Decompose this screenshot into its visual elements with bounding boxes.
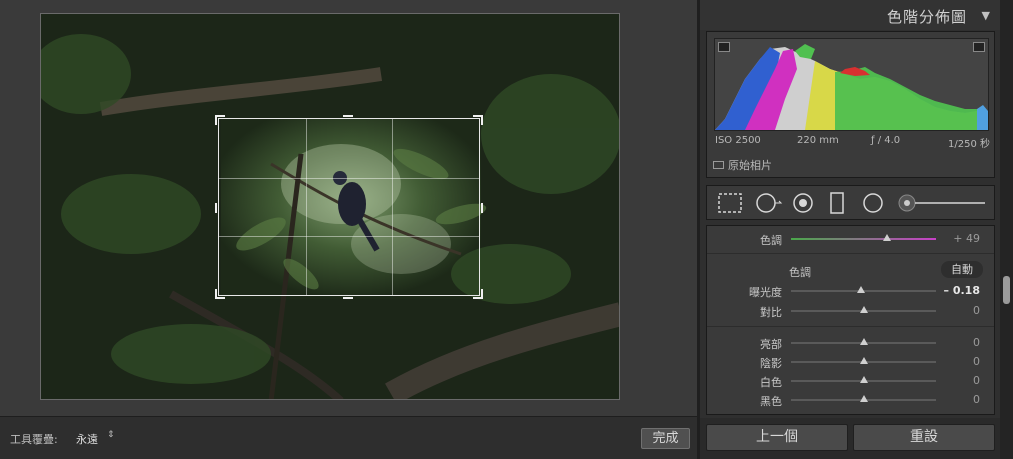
photo-canvas-area <box>0 0 697 416</box>
crop-grid-line <box>305 119 307 295</box>
radial-filter-icon[interactable] <box>861 192 885 214</box>
crop-frame[interactable] <box>215 115 483 299</box>
crop-grid-line <box>392 119 394 295</box>
exif-focal-length: 220 mm <box>797 135 839 146</box>
adjustment-slider[interactable] <box>791 286 936 293</box>
redeye-icon[interactable] <box>791 192 815 214</box>
adjustment-slider[interactable] <box>791 306 936 313</box>
bottom-toolbar: 工具覆疊: 永遠 ⇕ 完成 <box>0 416 697 459</box>
auto-tone-button[interactable]: 自動 <box>941 261 983 278</box>
crop-edge-handle[interactable] <box>481 203 483 213</box>
crop-corner-handle[interactable] <box>473 289 483 299</box>
triangle-down-icon[interactable]: ▼ <box>982 9 990 22</box>
slider-value[interactable]: 0 <box>973 355 980 368</box>
slider-knob-icon[interactable] <box>859 306 868 313</box>
slider-value[interactable]: – 0.18 <box>944 284 980 297</box>
basic-adjustments-panel: 色調 + 49 色調 自動 曝光度 – 0.18 對比 0 亮部 0 陰影 0 白色 0 黑色 0 <box>706 225 995 415</box>
spot-removal-icon[interactable] <box>754 192 784 214</box>
highlight-clipping-icon[interactable] <box>973 42 985 52</box>
histogram-box: ISO 2500 220 mm ƒ / 4.0 1/250 秒 原始相片 <box>706 31 995 178</box>
slider-value[interactable]: 0 <box>973 374 980 387</box>
slider-label: 亮部 <box>760 338 782 351</box>
brush-slider-icon[interactable] <box>897 192 987 214</box>
exif-iso: ISO 2500 <box>715 135 761 146</box>
crop-corner-handle[interactable] <box>215 289 225 299</box>
slider-label: 曝光度 <box>749 286 782 299</box>
tint-slider[interactable] <box>791 234 936 241</box>
reset-button[interactable]: 重設 <box>853 424 995 451</box>
panel-footer: 上一個 重設 <box>700 418 1000 459</box>
original-photo-label: 原始相片 <box>728 159 772 172</box>
histogram-plot[interactable] <box>714 38 989 131</box>
slider-knob-icon[interactable] <box>859 338 868 345</box>
tool-overlay-label: 工具覆疊: <box>10 433 58 446</box>
divider <box>707 326 994 327</box>
checkbox-icon[interactable] <box>713 161 724 169</box>
tool-strip <box>706 185 995 220</box>
exif-aperture: ƒ / 4.0 <box>871 135 901 146</box>
crop-edge-handle[interactable] <box>343 297 353 299</box>
slider-value[interactable]: 0 <box>973 393 980 406</box>
histogram-header[interactable]: 色階分佈圖 ▼ <box>700 0 1000 30</box>
slider-value[interactable]: 0 <box>973 336 980 349</box>
adjustment-slider[interactable] <box>791 395 936 402</box>
slider-knob-icon[interactable] <box>856 286 865 293</box>
tint-label: 色調 <box>760 234 782 247</box>
tone-header: 色調 <box>789 266 811 279</box>
divider <box>707 253 994 254</box>
tool-overlay-select[interactable]: 永遠 <box>76 431 98 447</box>
slider-label: 白色 <box>760 376 782 389</box>
previous-button[interactable]: 上一個 <box>706 424 848 451</box>
crop-grid-line <box>219 177 479 179</box>
tint-value[interactable]: + 49 <box>953 232 980 245</box>
slider-label: 陰影 <box>760 357 782 370</box>
crop-edge-handle[interactable] <box>343 115 353 117</box>
crop-corner-handle[interactable] <box>473 115 483 125</box>
slider-knob-icon[interactable] <box>859 376 868 383</box>
select-arrows-icon[interactable]: ⇕ <box>107 430 115 440</box>
panel-scrollbar[interactable] <box>1000 0 1013 459</box>
app-window: 工具覆疊: 永遠 ⇕ 完成 色階分佈圖 ▼ ISO 2500 220 mm ƒ … <box>0 0 1013 459</box>
histogram-title: 色階分佈圖 <box>886 8 967 26</box>
slider-knob-icon[interactable] <box>859 395 868 402</box>
slider-knob-icon[interactable] <box>882 234 891 241</box>
exif-info: ISO 2500 220 mm ƒ / 4.0 1/250 秒 <box>715 135 990 150</box>
graduated-filter-icon[interactable] <box>829 192 845 214</box>
slider-value[interactable]: 0 <box>973 304 980 317</box>
crop-icon[interactable] <box>717 192 743 214</box>
adjustment-slider[interactable] <box>791 338 936 345</box>
original-photo-toggle[interactable]: 原始相片 <box>713 157 772 173</box>
slider-label: 對比 <box>760 306 782 319</box>
crop-corner-handle[interactable] <box>215 115 225 125</box>
slider-knob-icon[interactable] <box>859 357 868 364</box>
done-button[interactable]: 完成 <box>641 428 690 449</box>
crop-edge-handle[interactable] <box>215 203 217 213</box>
exif-shutter: 1/250 秒 <box>948 139 990 150</box>
adjustment-slider[interactable] <box>791 357 936 364</box>
histogram-graph <box>715 44 988 130</box>
right-panel: 色階分佈圖 ▼ ISO 2500 220 mm ƒ / 4.0 1/250 秒 … <box>700 0 1013 459</box>
adjustment-slider[interactable] <box>791 376 936 383</box>
crop-grid-line <box>219 236 479 238</box>
slider-label: 黑色 <box>760 395 782 408</box>
scroll-thumb[interactable] <box>1003 276 1010 304</box>
shadow-clipping-icon[interactable] <box>718 42 730 52</box>
